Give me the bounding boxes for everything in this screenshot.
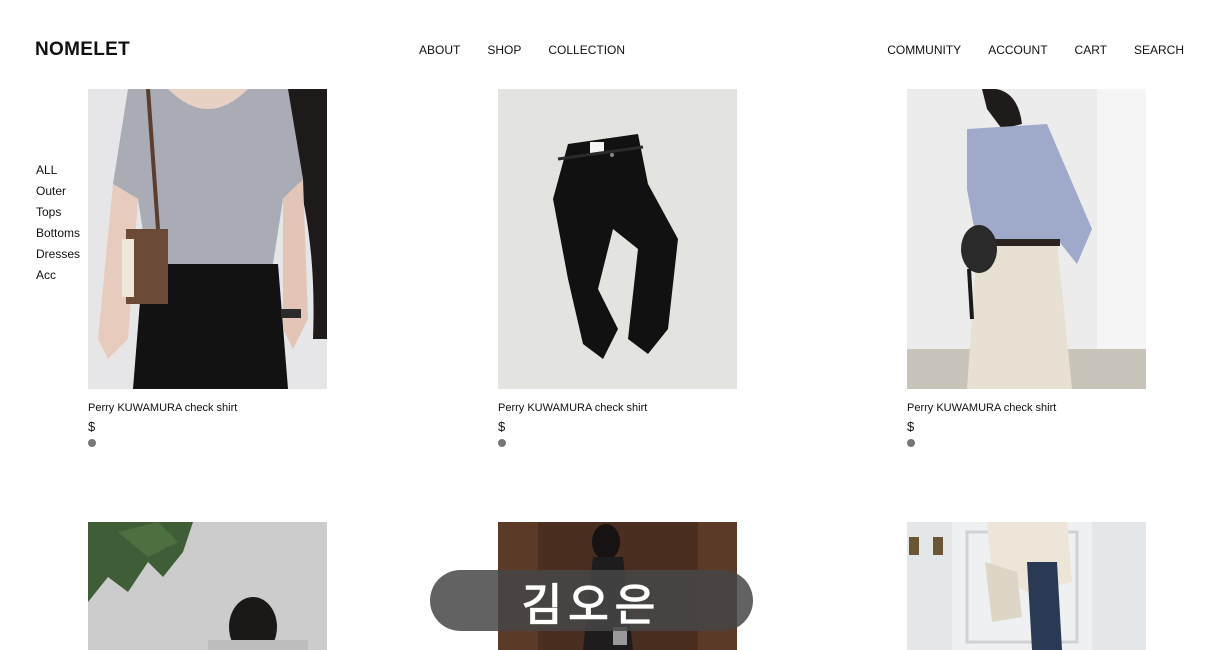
site-logo[interactable]: NOMELET	[35, 39, 130, 61]
category-bottoms[interactable]: Bottoms	[36, 223, 80, 244]
caption-text: 김오은	[521, 579, 662, 631]
category-tops[interactable]: Tops	[36, 202, 80, 223]
product-photo-tee	[88, 89, 327, 389]
nav-community[interactable]: COMMUNITY	[887, 43, 961, 57]
nav-search[interactable]: SEARCH	[1134, 43, 1184, 57]
nav-about[interactable]: ABOUT	[419, 43, 460, 57]
caption-overlay: 김오은	[430, 570, 753, 631]
product-card[interactable]: Perry KUWAMURA check shirt $	[498, 89, 737, 447]
nav-account[interactable]: ACCOUNT	[988, 43, 1047, 57]
nav-shop[interactable]: SHOP	[487, 43, 521, 57]
product-image[interactable]	[498, 89, 737, 389]
product-price: $	[88, 419, 96, 434]
nav-cart[interactable]: CART	[1075, 43, 1107, 57]
product-name[interactable]: Perry KUWAMURA check shirt	[498, 402, 737, 414]
category-dresses[interactable]: Dresses	[36, 244, 80, 265]
product-photo-pants	[498, 89, 737, 389]
product-card[interactable]: Perry KUWAMURA check shirt $	[88, 89, 327, 447]
product-image[interactable]	[907, 522, 1146, 650]
product-card[interactable]	[88, 522, 327, 650]
product-name[interactable]: Perry KUWAMURA check shirt	[907, 402, 1146, 414]
product-image[interactable]	[907, 89, 1146, 389]
category-all[interactable]: ALL	[36, 160, 80, 181]
site-header: NOMELET ABOUT SHOP COLLECTION COMMUNITY …	[0, 0, 1220, 89]
product-image[interactable]	[88, 89, 327, 389]
product-name[interactable]: Perry KUWAMURA check shirt	[88, 402, 327, 414]
product-photo-row2-3	[907, 522, 1146, 650]
category-sidebar: ALL Outer Tops Bottoms Dresses Acc	[36, 160, 80, 286]
product-photo-row2-1	[88, 522, 327, 650]
product-card[interactable]	[907, 522, 1146, 650]
product-photo-shirt	[907, 89, 1146, 389]
product-card[interactable]: Perry KUWAMURA check shirt $	[907, 89, 1146, 447]
main-nav: ABOUT SHOP COLLECTION	[419, 43, 625, 57]
category-outer[interactable]: Outer	[36, 181, 80, 202]
color-swatch[interactable]	[907, 439, 915, 447]
color-swatch[interactable]	[88, 439, 96, 447]
product-image[interactable]	[88, 522, 327, 650]
product-price: $	[498, 419, 506, 434]
nav-collection[interactable]: COLLECTION	[548, 43, 625, 57]
utility-nav: COMMUNITY ACCOUNT CART SEARCH	[887, 43, 1184, 57]
color-swatch[interactable]	[498, 439, 506, 447]
product-price: $	[907, 419, 915, 434]
category-acc[interactable]: Acc	[36, 265, 80, 286]
